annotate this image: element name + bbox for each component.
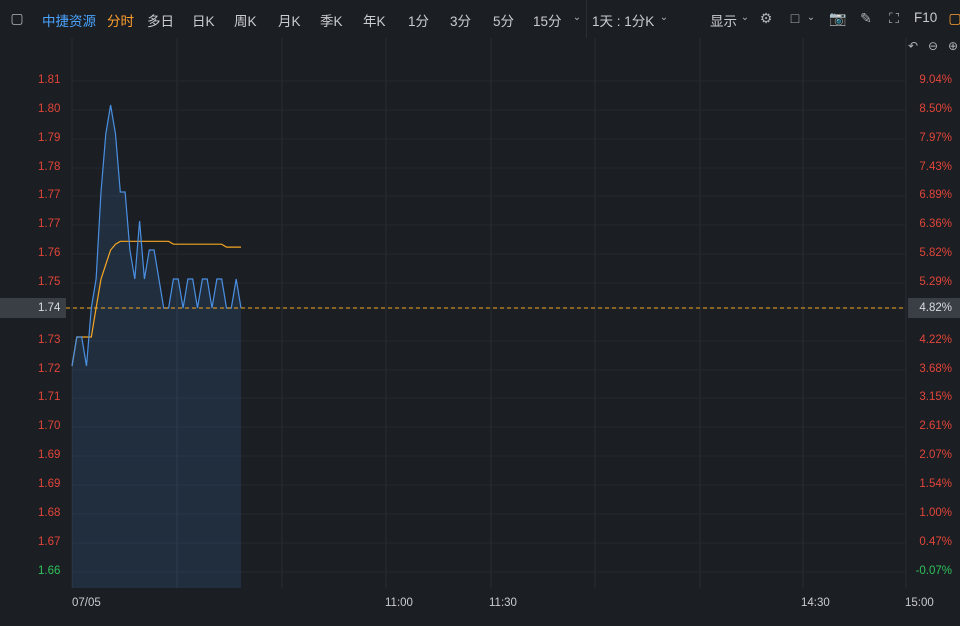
chevron-down-icon[interactable]: ⌄	[655, 9, 673, 27]
tab-3min[interactable]: 3分	[450, 10, 471, 30]
percent-tick-label: 5.82%	[919, 247, 952, 259]
percent-tick-label: -0.07%	[915, 565, 952, 577]
percent-tick-label: 7.97%	[919, 132, 952, 144]
tab-quarterly-k[interactable]: 季K	[320, 10, 343, 30]
pencil-icon[interactable]: ✎	[857, 9, 875, 27]
percent-tick-label: 1.54%	[919, 478, 952, 490]
display-menu[interactable]: 显示	[710, 10, 737, 30]
percent-tick-label: 8.50%	[919, 103, 952, 115]
price-tick-label: 1.68	[38, 507, 61, 519]
sidebar-toggle-icon[interactable]: ▢	[8, 9, 26, 27]
percent-tick-label: 3.68%	[919, 363, 952, 375]
price-tick-label: 1.80	[38, 103, 61, 115]
price-tick-label: 1.73	[38, 334, 61, 346]
time-tick-label: 14:30	[801, 597, 830, 609]
percent-tick-label: 5.29%	[919, 276, 952, 288]
tab-monthly-k[interactable]: 月K	[278, 10, 301, 30]
tab-1min[interactable]: 1分	[408, 10, 429, 30]
stock-name[interactable]: 中捷资源	[42, 10, 96, 30]
chevron-down-icon[interactable]: ⌄	[736, 9, 754, 27]
price-line	[71, 104, 242, 367]
chevron-down-icon[interactable]: ⌄	[568, 9, 586, 27]
chevron-down-icon[interactable]: ⌄	[802, 9, 820, 27]
price-tick-label: 1.78	[38, 161, 61, 173]
price-tick-label: 1.81	[38, 74, 61, 86]
tab-intraday[interactable]: 分时	[107, 10, 134, 30]
percent-tick-label: 9.04%	[919, 74, 952, 86]
price-tick-label: 1.70	[38, 420, 61, 432]
tab-5min[interactable]: 5分	[493, 10, 514, 30]
f10-button[interactable]: F10	[914, 10, 937, 25]
price-tick-label: 1.69	[38, 478, 61, 490]
tab-yearly-k[interactable]: 年K	[363, 10, 386, 30]
avg-price-line	[71, 240, 241, 367]
percent-tick-label: 4.22%	[919, 334, 952, 346]
zoom-out-icon[interactable]: ⊖	[926, 39, 940, 55]
current-price-tag: 1.74	[0, 298, 66, 318]
toolbar-divider	[586, 0, 587, 38]
price-tick-label: 1.76	[38, 247, 61, 259]
price-tick-label: 1.77	[38, 218, 61, 230]
percent-tick-label: 7.43%	[919, 161, 952, 173]
percent-tick-label: 2.61%	[919, 420, 952, 432]
grid	[71, 38, 907, 588]
tab-multi-day[interactable]: 多日	[147, 10, 174, 30]
percent-tick-label: 0.47%	[919, 536, 952, 548]
tab-15min[interactable]: 15分	[533, 10, 562, 30]
price-tick-label: 1.77	[38, 189, 61, 201]
time-tick-label: 11:30	[489, 597, 517, 609]
undo-icon[interactable]: ↶	[906, 39, 920, 55]
price-tick-label: 1.72	[38, 363, 61, 375]
gear-icon[interactable]: ⚙	[757, 9, 775, 27]
percent-tick-label: 6.36%	[919, 218, 952, 230]
zoom-in-icon[interactable]: ⊕	[946, 39, 960, 55]
percent-tick-label: 6.89%	[919, 189, 952, 201]
price-tick-label: 1.69	[38, 449, 61, 461]
percent-tick-label: 3.15%	[919, 391, 952, 403]
percent-tick-label: 1.00%	[919, 507, 952, 519]
price-tick-label: 1.67	[38, 536, 61, 548]
chart-controls: ↶ ⊖ ⊕	[906, 39, 960, 55]
fullscreen-icon[interactable]: ⛶	[885, 9, 903, 27]
time-tick-label: 15:00	[905, 597, 934, 609]
current-percent-tag: 4.82%	[908, 298, 960, 318]
chart-toolbar: ▢ 中捷资源 分时 多日 日K 周K 月K 季K 年K 1分 3分 5分 15分…	[0, 0, 960, 38]
price-tick-label: 1.66	[38, 565, 61, 577]
price-tick-label: 1.75	[38, 276, 61, 288]
tab-weekly-k[interactable]: 周K	[234, 10, 257, 30]
panel-icon[interactable]: ▢	[946, 9, 960, 27]
period-select[interactable]: 1天 : 1分K	[592, 10, 654, 30]
price-chart[interactable]	[0, 0, 960, 626]
tab-daily-k[interactable]: 日K	[192, 10, 215, 30]
price-area-fill	[72, 105, 241, 588]
price-tick-label: 1.79	[38, 132, 61, 144]
price-tick-label: 1.71	[38, 391, 61, 403]
percent-tick-label: 2.07%	[919, 449, 952, 461]
time-tick-label: 11:00	[385, 597, 413, 609]
camera-icon[interactable]: 📷	[829, 9, 847, 27]
time-tick-label: 07/05	[72, 597, 101, 609]
